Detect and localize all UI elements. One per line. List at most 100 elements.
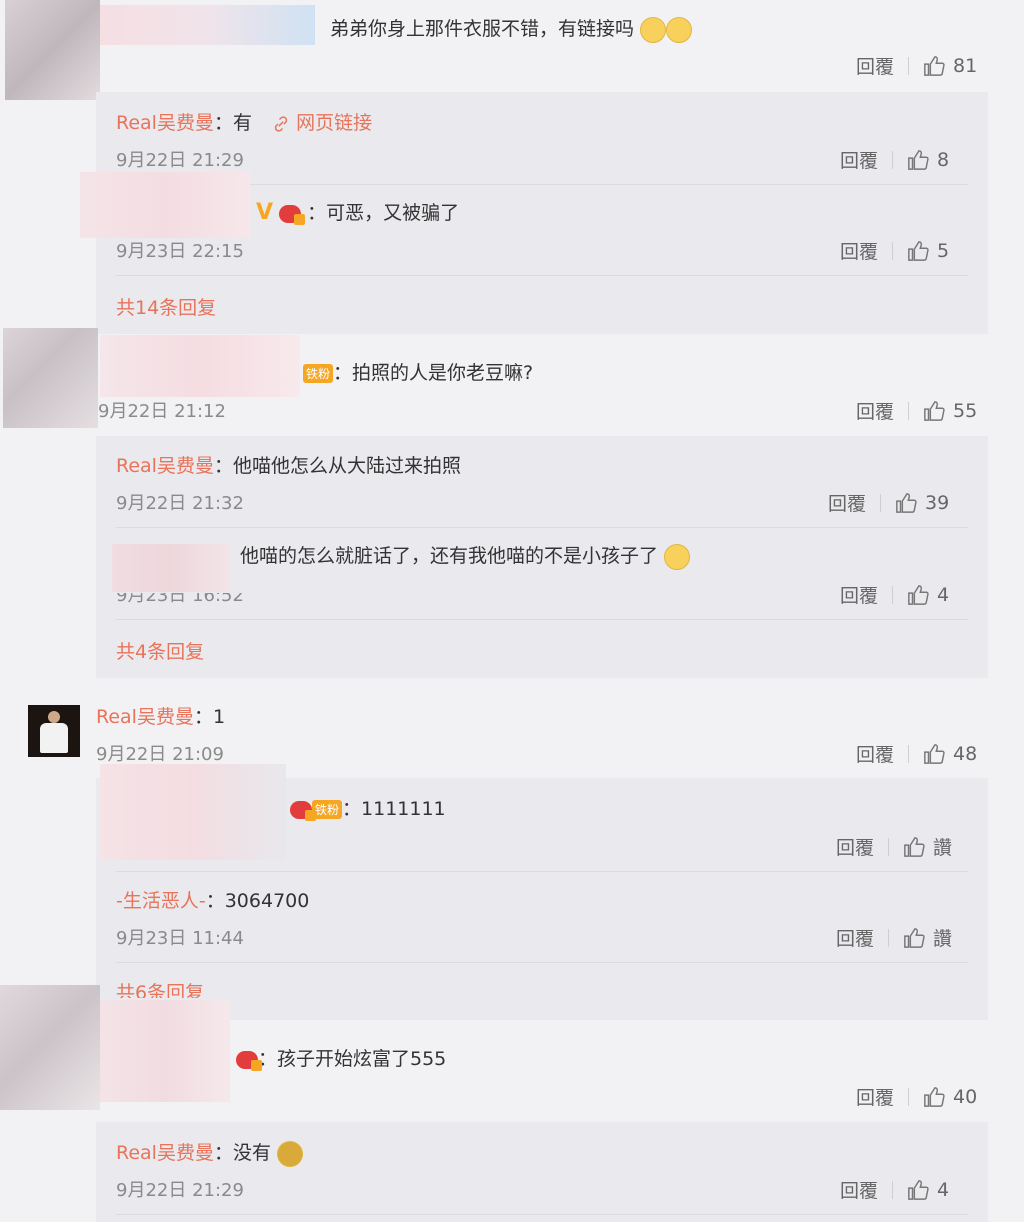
reply-time: 9月22日 21:29 bbox=[116, 1180, 244, 1201]
reply-button[interactable]: 回覆 bbox=[856, 1083, 894, 1110]
divider bbox=[880, 493, 882, 512]
like-count: 4 bbox=[937, 1178, 950, 1201]
like-label: 讚 bbox=[933, 837, 953, 859]
verified-v-icon: V bbox=[256, 200, 274, 225]
reply-actions: 回覆 4 bbox=[840, 581, 949, 608]
web-link[interactable]: 网页链接 bbox=[272, 112, 372, 134]
avatar-pixelated bbox=[3, 328, 98, 428]
reply-author[interactable]: Real吴费曼 bbox=[116, 112, 214, 134]
reply-actions: 回覆 4 bbox=[840, 1176, 949, 1203]
divider bbox=[908, 401, 910, 420]
divider bbox=[116, 527, 968, 528]
more-replies-link[interactable]: 共14条回复 bbox=[116, 293, 216, 320]
fan-crown-icon bbox=[279, 204, 306, 225]
like-count: 39 bbox=[925, 491, 950, 514]
comment-author[interactable]: Real吴费曼 bbox=[96, 706, 194, 728]
reply-text: 铁粉 ：1111111 bbox=[290, 794, 446, 821]
reply-text: 他喵的怎么就脏话了，还有我他喵的不是小孩子了 bbox=[240, 541, 691, 570]
divider bbox=[116, 275, 968, 276]
like-count: 40 bbox=[953, 1085, 978, 1108]
reply-actions: 回覆 39 bbox=[828, 489, 949, 516]
iron-fan-badge: 铁粉 bbox=[303, 364, 334, 383]
fan-crown-icon bbox=[290, 800, 316, 821]
thumbs-up-icon[interactable] bbox=[895, 492, 917, 514]
comment-time: 9月22日 21:12 bbox=[98, 401, 226, 422]
avatar-pixelated bbox=[100, 764, 286, 860]
comment-text: 铁粉 ：拍照的人是你老豆嘛? bbox=[303, 358, 533, 385]
divider bbox=[908, 1087, 910, 1106]
reply-time: 9月23日 11:44 bbox=[116, 928, 244, 949]
fan-crown-icon bbox=[236, 1050, 262, 1071]
reply-button[interactable]: 回覆 bbox=[836, 924, 874, 951]
divider bbox=[892, 585, 894, 604]
comment-actions: 回覆 81 bbox=[856, 52, 977, 79]
reply-author[interactable]: Real吴费曼 bbox=[116, 455, 214, 477]
avatar-pixelated bbox=[80, 172, 250, 238]
avatar-pixelated bbox=[112, 544, 230, 592]
reply-author[interactable]: -生活恶人- bbox=[116, 890, 206, 912]
thumbs-up-icon[interactable] bbox=[907, 584, 929, 606]
like-label: 讚 bbox=[933, 928, 953, 950]
like-count: 5 bbox=[937, 239, 950, 262]
money-bag-emoji-icon bbox=[277, 1140, 304, 1167]
reply-time: 9月23日 22:15 bbox=[116, 241, 244, 262]
thumbs-up-icon[interactable] bbox=[903, 927, 925, 949]
more-replies-link[interactable]: 共6条回复 bbox=[116, 978, 204, 998]
comment-text: Real吴费曼：1 bbox=[96, 706, 226, 728]
reply-text: Real吴费曼：他喵他怎么从大陆过来拍照 bbox=[116, 455, 461, 477]
reply-actions: 回覆 讚 bbox=[836, 833, 952, 860]
reply-button[interactable]: 回覆 bbox=[828, 489, 866, 516]
like-count: 48 bbox=[953, 742, 978, 765]
comment-actions: 回覆 48 bbox=[856, 740, 977, 767]
thumbs-up-icon[interactable] bbox=[903, 836, 925, 858]
comment-actions: 回覆 55 bbox=[856, 397, 977, 424]
divider bbox=[908, 744, 910, 763]
divider bbox=[888, 837, 890, 856]
divider bbox=[116, 1214, 968, 1215]
divider bbox=[116, 871, 968, 872]
divider bbox=[888, 928, 890, 947]
username-pixelated bbox=[100, 5, 315, 45]
grin-emoji-icon bbox=[664, 543, 691, 570]
comment-text: ：孩子开始炫富了555 bbox=[236, 1044, 446, 1071]
comment-time: 9月22日 21:09 bbox=[96, 744, 224, 765]
reply-button[interactable]: 回覆 bbox=[840, 1176, 878, 1203]
reply-button[interactable]: 回覆 bbox=[856, 397, 894, 424]
divider bbox=[908, 56, 910, 75]
reply-button[interactable]: 回覆 bbox=[840, 237, 878, 264]
reply-actions: 回覆 讚 bbox=[836, 924, 952, 951]
thumbs-up-icon[interactable] bbox=[923, 743, 945, 765]
reply-button[interactable]: 回覆 bbox=[856, 52, 894, 79]
reply-actions: 回覆 8 bbox=[840, 146, 949, 173]
reply-button[interactable]: 回覆 bbox=[836, 833, 874, 860]
comment-text: 弟弟你身上那件衣服不错，有链接吗 bbox=[330, 14, 693, 43]
reply-text: V ：可恶，又被骗了 bbox=[256, 200, 460, 225]
like-count: 8 bbox=[937, 148, 950, 171]
reply-text: -生活恶人-：3064700 bbox=[116, 890, 310, 912]
reply-author[interactable]: Real吴费曼 bbox=[116, 1142, 214, 1164]
username-pixelated bbox=[100, 1000, 230, 1102]
reply-time: 9月22日 21:29 bbox=[116, 150, 244, 171]
avatar-pixelated bbox=[0, 985, 100, 1110]
username-pixelated bbox=[100, 335, 300, 397]
more-replies-link[interactable]: 共4条回复 bbox=[116, 637, 204, 664]
link-icon bbox=[274, 115, 288, 132]
thumbs-up-icon[interactable] bbox=[907, 149, 929, 171]
divider bbox=[892, 241, 894, 260]
thumbs-up-icon[interactable] bbox=[923, 400, 945, 422]
reply-button[interactable]: 回覆 bbox=[840, 581, 878, 608]
divider bbox=[116, 962, 968, 963]
thumbs-up-icon[interactable] bbox=[907, 1179, 929, 1201]
reply-button[interactable]: 回覆 bbox=[856, 740, 894, 767]
avatar[interactable] bbox=[28, 705, 80, 757]
divider bbox=[116, 619, 968, 620]
reply-text: Real吴费曼：有 网页链接 bbox=[116, 112, 373, 134]
thumbs-up-icon[interactable] bbox=[923, 55, 945, 77]
reply-thread bbox=[96, 1122, 988, 1222]
thumbs-up-icon[interactable] bbox=[907, 240, 929, 262]
thumbs-up-icon[interactable] bbox=[923, 1086, 945, 1108]
reply-button[interactable]: 回覆 bbox=[840, 146, 878, 173]
iron-fan-badge: 铁粉 bbox=[312, 800, 343, 819]
reply-text: Real吴费曼：没有 bbox=[116, 1138, 304, 1167]
like-count: 81 bbox=[953, 54, 978, 77]
